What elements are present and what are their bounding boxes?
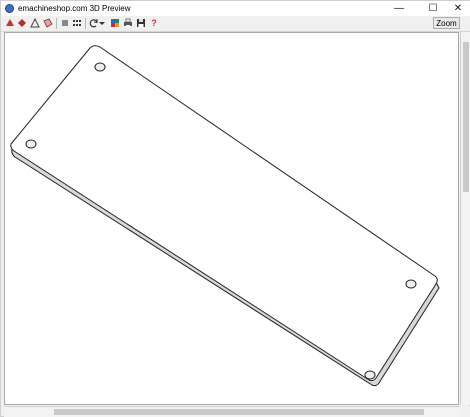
mounting-hole xyxy=(94,62,106,72)
horizontal-scrollbar[interactable] xyxy=(4,406,460,417)
toolbar-separator xyxy=(56,18,57,29)
grid-numbers-icon[interactable] xyxy=(72,18,82,28)
toolbar-separator xyxy=(85,18,86,29)
dropdown-arrow-icon[interactable] xyxy=(99,18,105,28)
title-bar[interactable]: emachineshop.com 3D Preview — ☐ ✕ xyxy=(1,1,470,16)
plate-model xyxy=(10,45,440,387)
color-palette-icon[interactable] xyxy=(110,18,120,28)
zoom-button[interactable]: Zoom xyxy=(433,17,460,29)
close-button[interactable]: ✕ xyxy=(444,1,470,16)
shaded-box-icon[interactable] xyxy=(60,18,70,28)
vertical-scroll-thumb[interactable] xyxy=(463,42,469,192)
minimize-button[interactable]: — xyxy=(385,1,413,16)
vertical-scrollbar[interactable] xyxy=(460,32,470,405)
help-icon[interactable]: ? xyxy=(149,18,159,28)
save-icon[interactable] xyxy=(136,18,146,28)
perspective-icon[interactable] xyxy=(43,18,53,28)
triangle-outline-icon[interactable] xyxy=(30,18,40,28)
size-grip[interactable] xyxy=(460,406,470,417)
3d-viewport[interactable] xyxy=(4,32,459,405)
app-icon xyxy=(5,4,14,13)
mounting-hole xyxy=(25,139,37,149)
horizontal-scroll-thumb[interactable] xyxy=(54,409,424,415)
preview-window: emachineshop.com 3D Preview — ☐ ✕ ? Zoom xyxy=(0,0,470,417)
maximize-button[interactable]: ☐ xyxy=(419,1,447,16)
toolbar: ? Zoom xyxy=(1,16,470,32)
rotate-icon[interactable] xyxy=(89,18,99,28)
plate-top-face xyxy=(10,45,438,382)
red-cube-icon[interactable] xyxy=(5,18,15,28)
mounting-hole xyxy=(364,370,376,380)
red-diamond-icon[interactable] xyxy=(17,18,27,28)
window-title: emachineshop.com 3D Preview xyxy=(18,4,131,13)
print-icon[interactable] xyxy=(123,18,133,28)
mounting-hole xyxy=(405,279,417,289)
